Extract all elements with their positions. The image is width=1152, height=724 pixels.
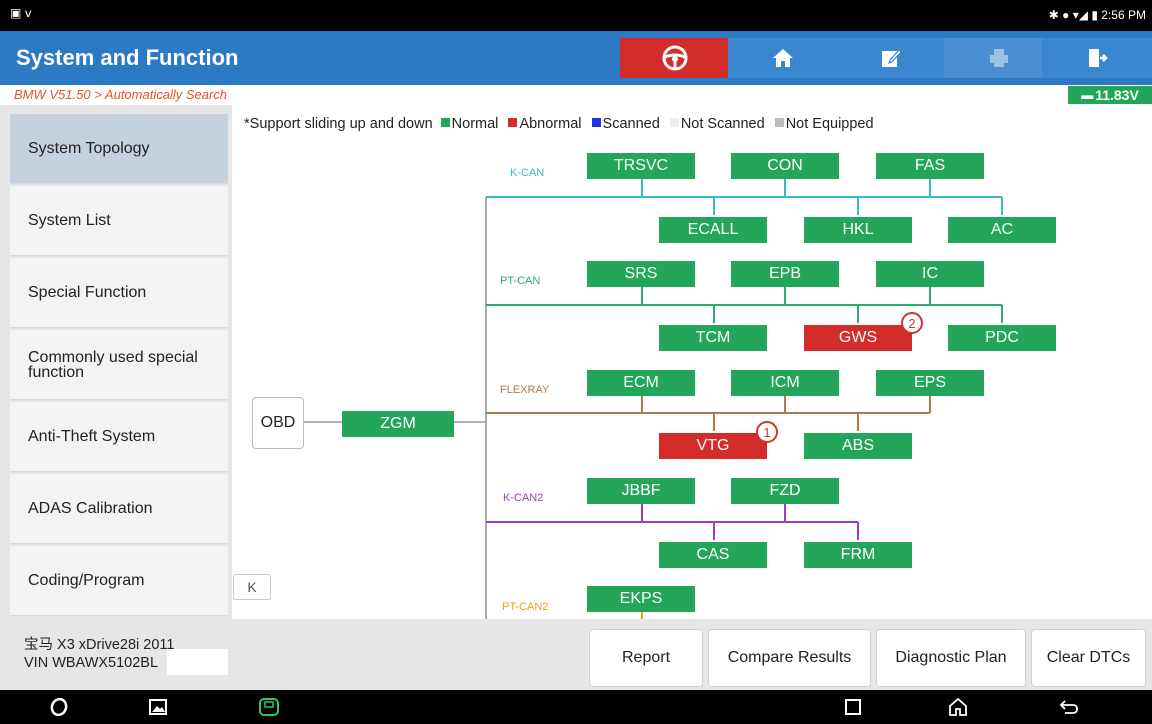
back-icon[interactable] xyxy=(1054,690,1084,724)
steering-wheel-icon xyxy=(662,45,688,71)
k-can2-bus-lines xyxy=(486,502,859,540)
gallery-icon[interactable] xyxy=(143,690,173,724)
module-zgm[interactable]: ZGM xyxy=(342,411,454,437)
module-fzd[interactable]: FZD xyxy=(731,478,839,504)
exit-button[interactable] xyxy=(1042,38,1152,78)
dtc-count-badge-vtg: 1 xyxy=(756,421,778,443)
browser-icon[interactable] xyxy=(44,690,74,724)
recents-icon[interactable] xyxy=(838,690,868,724)
sidebar-item-special-function[interactable]: Special Function xyxy=(10,258,228,328)
diagnostic-plan-button[interactable]: Diagnostic Plan xyxy=(876,629,1026,687)
battery-voltage-badge: ▬ 11.83V xyxy=(1068,86,1152,104)
edit-button[interactable] xyxy=(836,38,946,78)
sidebar-item-system-topology[interactable]: System Topology xyxy=(10,114,228,184)
status-icons: ✱ ● ▾◢ ▮ xyxy=(1048,8,1102,22)
bus-label-pt-can: PT-CAN xyxy=(500,275,541,287)
vehicle-vin: VIN WBAWX5102BL xyxy=(24,655,159,671)
flexray-bus-lines xyxy=(486,393,931,431)
module-jbbf[interactable]: JBBF xyxy=(587,478,695,504)
vehicle-model: 宝马 X3 xDrive28i 2011 xyxy=(24,637,175,653)
sidebar-item-commonly-used-special-function[interactable]: Commonly used special function xyxy=(10,330,228,400)
notification-icons: ▣ ⅴ xyxy=(10,6,32,20)
module-vtg[interactable]: VTG xyxy=(659,433,767,459)
module-icm[interactable]: ICM xyxy=(731,370,839,396)
module-ic[interactable]: IC xyxy=(876,261,984,287)
bus-label-k-can: K-CAN xyxy=(510,167,545,179)
module-ecm[interactable]: ECM xyxy=(587,370,695,396)
module-cas[interactable]: CAS xyxy=(659,542,767,568)
module-eps[interactable]: EPS xyxy=(876,370,984,396)
module-trsvc[interactable]: TRSVC xyxy=(587,153,695,179)
module-abs[interactable]: ABS xyxy=(804,433,912,459)
module-con[interactable]: CON xyxy=(731,153,839,179)
module-srs[interactable]: SRS xyxy=(587,261,695,287)
bus-label-flexray: FLEXRAY xyxy=(500,384,550,396)
compare-results-button[interactable]: Compare Results xyxy=(708,629,871,687)
module-gws[interactable]: GWS xyxy=(804,325,912,351)
module-hkl[interactable]: HKL xyxy=(804,217,912,243)
battery-icon: ▬ xyxy=(1081,88,1094,102)
obd-port: OBD xyxy=(252,397,304,449)
topology-diagram: K-CAN PT-CAN FLEXRAY K-CAN2 PT-CAN2 ZGM … xyxy=(232,105,1152,619)
module-pdc[interactable]: PDC xyxy=(948,325,1056,351)
module-frm[interactable]: FRM xyxy=(804,542,912,568)
home-nav-icon[interactable] xyxy=(943,690,973,724)
home-icon xyxy=(773,49,793,67)
edit-icon xyxy=(882,49,902,67)
vci-icon[interactable] xyxy=(254,690,284,724)
module-epb[interactable]: EPB xyxy=(731,261,839,287)
status-time: ✱ ● ▾◢ ▮ 2:56 PM xyxy=(1048,8,1146,22)
page-title: System and Function xyxy=(16,45,239,70)
breadcrumb: BMW V51.50 > Automatically Search xyxy=(14,87,228,102)
bus-label-pt-can2: PT-CAN2 xyxy=(502,601,549,613)
dtc-count-badge-gws: 2 xyxy=(901,312,923,334)
vin-redaction xyxy=(167,649,228,675)
module-ekps[interactable]: EKPS xyxy=(587,586,695,612)
sidebar-item-coding-program[interactable]: Coding/Program xyxy=(10,546,228,616)
k-can-bus-lines xyxy=(486,177,1003,215)
sidebar-item-anti-theft-system[interactable]: Anti-Theft System xyxy=(10,402,228,472)
home-button[interactable] xyxy=(728,38,838,78)
clear-dtcs-button[interactable]: Clear DTCs xyxy=(1031,629,1146,687)
pt-can-bus-lines xyxy=(486,285,1003,323)
sidebar-item-system-list[interactable]: System List xyxy=(10,186,228,256)
status-bar: ▣ ⅴ ✱ ● ▾◢ ▮ 2:56 PM xyxy=(0,0,1152,31)
print-button[interactable] xyxy=(944,38,1054,78)
module-ecall[interactable]: ECALL xyxy=(659,217,767,243)
steering-wheel-button[interactable] xyxy=(620,38,730,78)
module-fas[interactable]: FAS xyxy=(876,153,984,179)
bus-label-k-can2: K-CAN2 xyxy=(503,492,544,504)
module-ac[interactable]: AC xyxy=(948,217,1056,243)
printer-icon xyxy=(990,49,1008,67)
exit-icon xyxy=(1089,49,1108,67)
module-tcm[interactable]: TCM xyxy=(659,325,767,351)
sidebar-item-adas-calibration[interactable]: ADAS Calibration xyxy=(10,474,228,544)
report-button[interactable]: Report xyxy=(589,629,703,687)
